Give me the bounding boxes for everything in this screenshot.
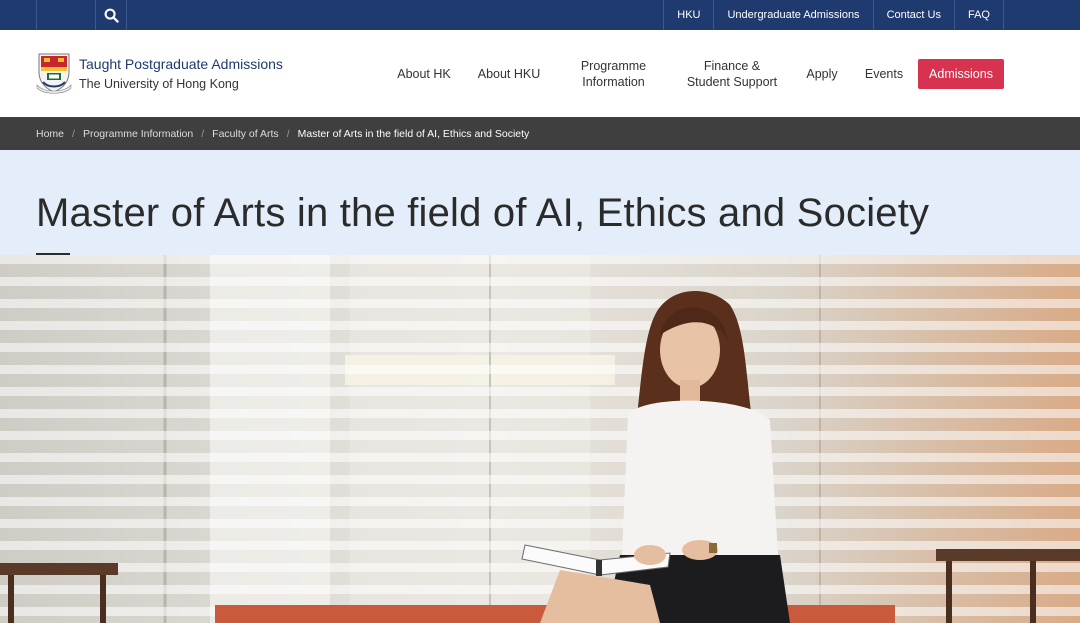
breadcrumb-separator: / [72,127,75,140]
breadcrumb-separator: / [286,127,290,140]
link-undergraduate-admissions[interactable]: Undergraduate Admissions [713,0,872,30]
brand-title[interactable]: Taught Postgraduate Admissions [79,56,283,72]
breadcrumb-faculty-of-arts[interactable]: Faculty of Arts [212,128,279,140]
link-hku[interactable]: HKU [663,0,713,30]
page-title: Master of Arts in the field of AI, Ethic… [36,191,930,235]
link-contact-us[interactable]: Contact Us [872,0,954,30]
hero-image [0,255,1080,623]
utility-links: HKU Undergraduate Admissions Contact Us … [663,0,1004,30]
nav-finance-student-support[interactable]: Finance & Student Support [678,30,786,117]
breadcrumb-bar: Home / Programme Information / Faculty o… [0,117,1080,150]
site-header: Taught Postgraduate Admissions The Unive… [0,30,1080,117]
search-icon [104,8,119,23]
nav-apply[interactable]: Apply [797,30,847,117]
brand-subtitle[interactable]: The University of Hong Kong [79,77,239,91]
breadcrumb: Home / Programme Information / Faculty o… [36,117,529,150]
nav-about-hk[interactable]: About HK [388,30,460,117]
breadcrumb-programme-information[interactable]: Programme Information [83,128,193,140]
admissions-button[interactable]: Admissions [918,59,1004,89]
title-band: Master of Arts in the field of AI, Ethic… [0,150,1080,255]
divider [36,0,37,30]
university-crest-icon[interactable] [36,52,72,94]
breadcrumb-current: Master of Arts in the field of AI, Ethic… [297,127,530,140]
nav-about-hku[interactable]: About HKU [470,30,548,117]
top-utility-bar: HKU Undergraduate Admissions Contact Us … [0,0,1080,30]
nav-events[interactable]: Events [858,30,910,117]
nav-programme-information[interactable]: Programme Information [566,30,661,117]
search-button[interactable] [96,0,126,30]
hero-photo [0,255,1080,623]
breadcrumb-separator: / [201,127,205,140]
link-faq[interactable]: FAQ [953,0,1004,30]
divider [126,0,127,30]
breadcrumb-home[interactable]: Home [36,128,64,140]
